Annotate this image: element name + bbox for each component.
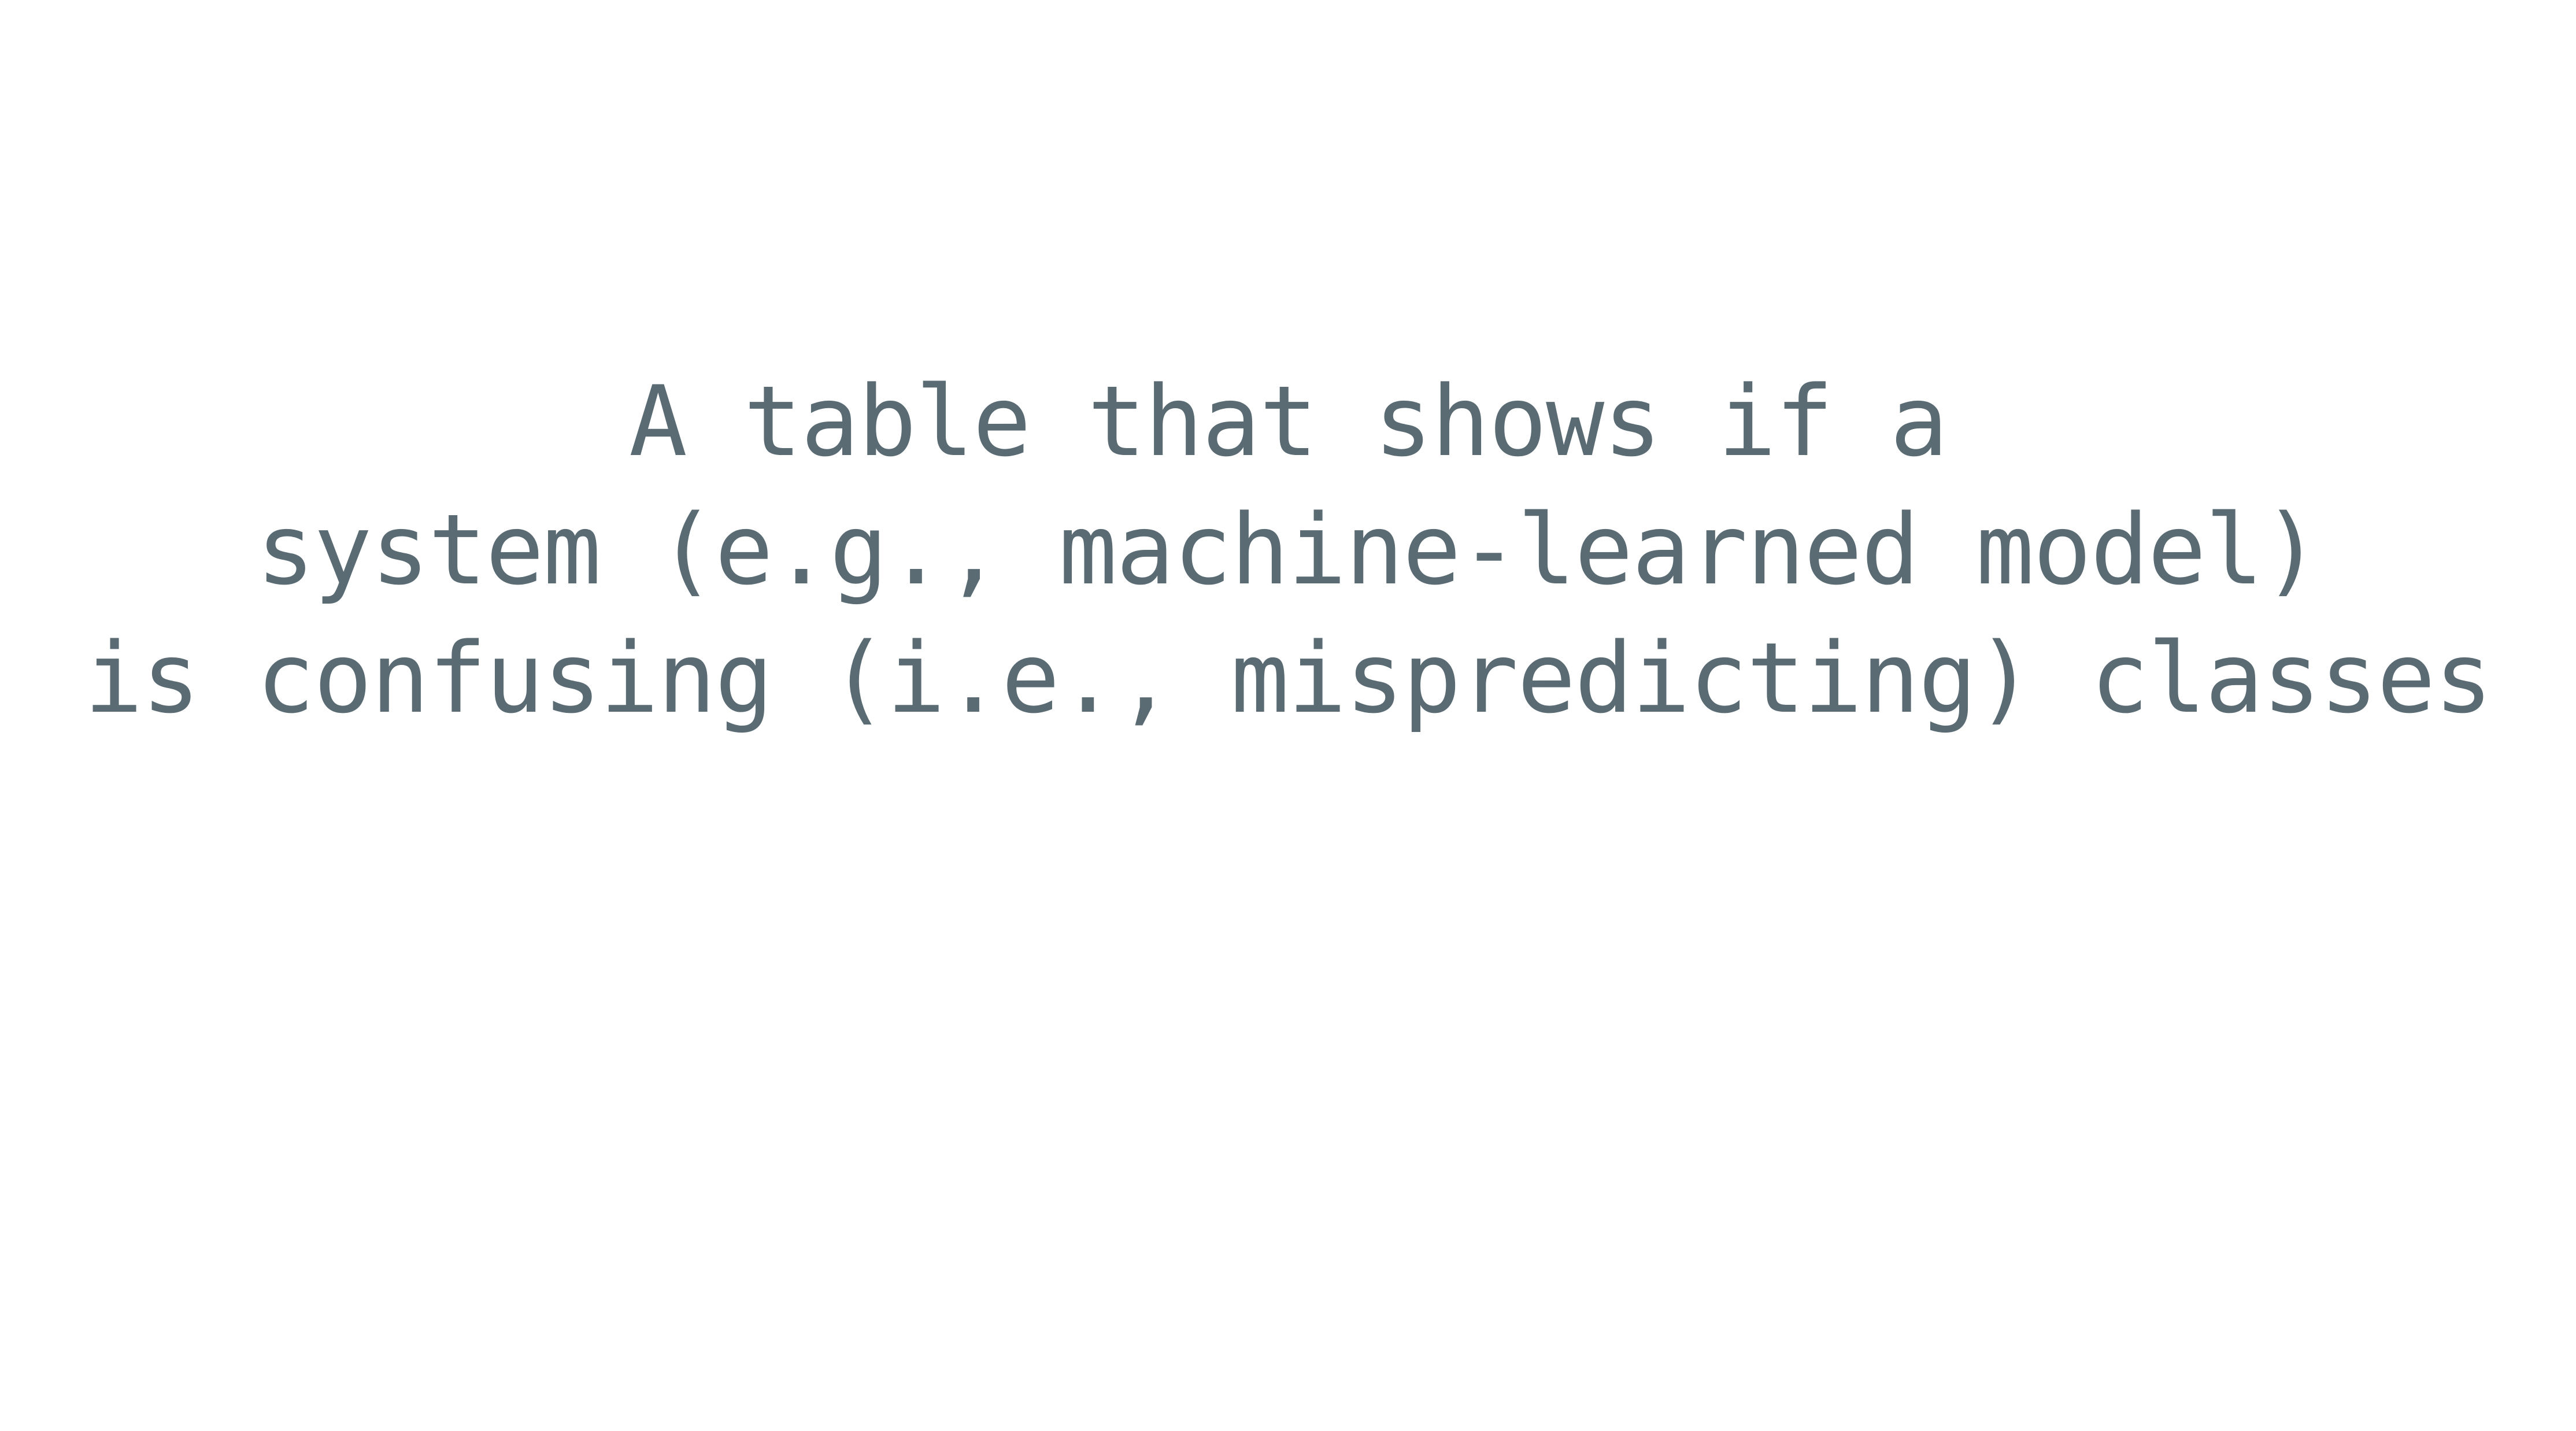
caption-line-2: system (e.g., machine-learned model): [256, 493, 2320, 607]
caption-line-1: A table that shows if a: [628, 365, 1948, 478]
caption-line-3: is confusing (i.e., mispredicting) class…: [84, 622, 2493, 735]
slide: A table that shows if a system (e.g., ma…: [0, 0, 2576, 1431]
caption-text: A table that shows if a system (e.g., ma…: [0, 357, 2576, 742]
